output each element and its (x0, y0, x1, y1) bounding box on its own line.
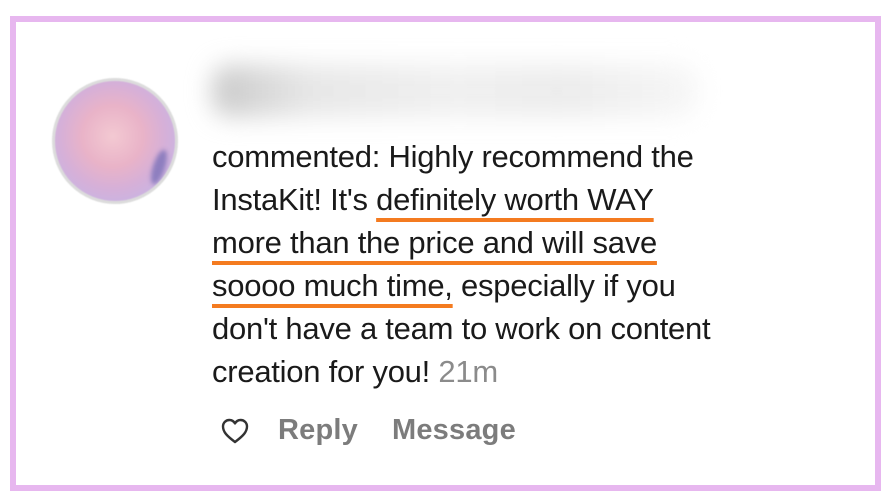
comment-line-6-text: creation for you! (212, 354, 431, 389)
underlined-phrase-3: soooo much time, (212, 268, 453, 303)
comment-line-4-end: especially if you (452, 268, 676, 303)
heart-icon[interactable] (220, 416, 250, 446)
comment-line-4: soooo much time, especially if you (212, 264, 862, 307)
comment-card-frame: commented: Highly recommend the InstaKit… (10, 16, 881, 491)
underlined-phrase-2: more than the price and will save (212, 225, 657, 260)
comment-line-2-start: InstaKit! It's (212, 182, 377, 217)
comment-line-1: commented: Highly recommend the (212, 139, 694, 174)
comment-line-6: creation for you! 21m (212, 350, 862, 393)
timestamp: 21m (438, 354, 498, 389)
message-button[interactable]: Message (392, 414, 516, 447)
underlined-phrase-1: definitely worth WAY (376, 182, 654, 217)
comment-text: commented: Highly recommend the InstaKit… (212, 135, 862, 393)
blurred-username (212, 65, 698, 117)
comment-line-2: InstaKit! It's definitely worth WAY (212, 178, 862, 221)
avatar[interactable] (52, 78, 178, 204)
comment-actions: Reply Message (220, 414, 516, 447)
comment-line-5: don't have a team to work on content (212, 311, 711, 346)
reply-button[interactable]: Reply (278, 414, 358, 447)
